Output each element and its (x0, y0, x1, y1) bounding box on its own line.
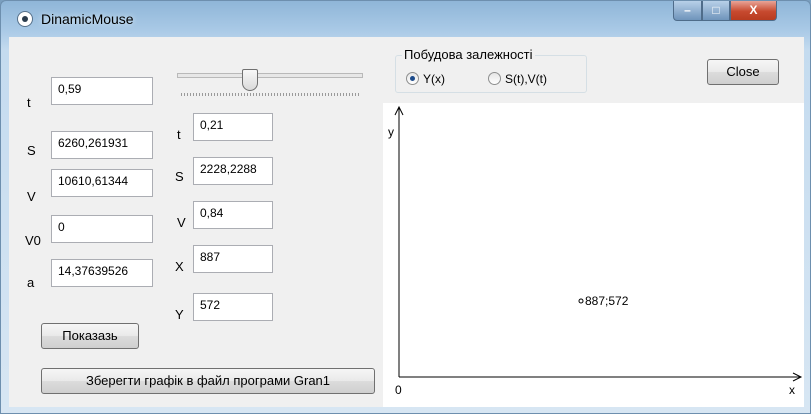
label-v0: V0 (25, 233, 41, 248)
paw-icon (17, 11, 33, 27)
y-field[interactable]: 572 (193, 293, 273, 321)
radio-selected-icon[interactable] (406, 72, 419, 85)
radio-unselected-icon[interactable] (488, 72, 501, 85)
radio-yx[interactable]: Y(x) (406, 72, 445, 86)
label-t: t (27, 95, 31, 110)
show-button[interactable]: Показазь (41, 323, 139, 349)
label-mid-t: t (177, 127, 181, 142)
app-window: DinamicMouse – □ X t 0,59 S 6260,261931 … (0, 0, 811, 414)
plot-area[interactable]: y x 0 887;572 (383, 103, 804, 407)
mid-v-field[interactable]: 0,84 (193, 201, 273, 229)
mid-s-field[interactable]: 2228,2288 (193, 157, 273, 185)
window-title: DinamicMouse (41, 11, 134, 27)
a-field[interactable]: 14,37639526 (51, 259, 153, 287)
mid-t-field[interactable]: 0,21 (193, 113, 273, 141)
close-window-button[interactable]: X (730, 1, 777, 21)
label-mid-v: V (177, 215, 186, 230)
minimize-button[interactable]: – (673, 1, 702, 21)
label-s: S (27, 143, 36, 158)
slider-thumb[interactable] (242, 69, 258, 91)
label-a: a (27, 275, 35, 290)
label-y: Y (175, 307, 184, 322)
radio-yx-label: Y(x) (423, 72, 445, 86)
client-area: t 0,59 S 6260,261931 V 10610,61344 V0 0 … (9, 37, 804, 407)
slider-ticks (181, 93, 359, 96)
group-title: Побудова залежності (402, 47, 535, 62)
x-field[interactable]: 887 (193, 245, 273, 273)
maximize-button[interactable]: □ (702, 1, 730, 21)
save-graph-button[interactable]: Зберегти графік в файл програми Gran1 (41, 368, 375, 394)
label-v: V (27, 189, 36, 204)
point-label: 887;572 (585, 294, 629, 308)
plot-mode-group: Побудова залежності Y(x) S(t),V(t) (395, 47, 587, 93)
data-point-marker (578, 298, 584, 304)
t-field[interactable]: 0,59 (51, 77, 153, 105)
label-x: X (175, 259, 184, 274)
radio-st-vt[interactable]: S(t),V(t) (488, 72, 547, 86)
time-slider[interactable] (177, 69, 363, 103)
slider-track (177, 73, 363, 78)
s-field[interactable]: 6260,261931 (51, 131, 153, 159)
y-axis-label: y (388, 125, 394, 139)
v-field[interactable]: 10610,61344 (51, 169, 153, 197)
plot-axes (394, 105, 803, 382)
origin-label: 0 (395, 383, 402, 397)
radio-st-vt-label: S(t),V(t) (505, 72, 547, 86)
x-axis-label: x (789, 383, 795, 397)
close-button[interactable]: Close (707, 59, 779, 85)
label-mid-s: S (175, 169, 184, 184)
title-bar[interactable]: DinamicMouse – □ X (1, 1, 811, 37)
v0-field[interactable]: 0 (51, 215, 153, 243)
